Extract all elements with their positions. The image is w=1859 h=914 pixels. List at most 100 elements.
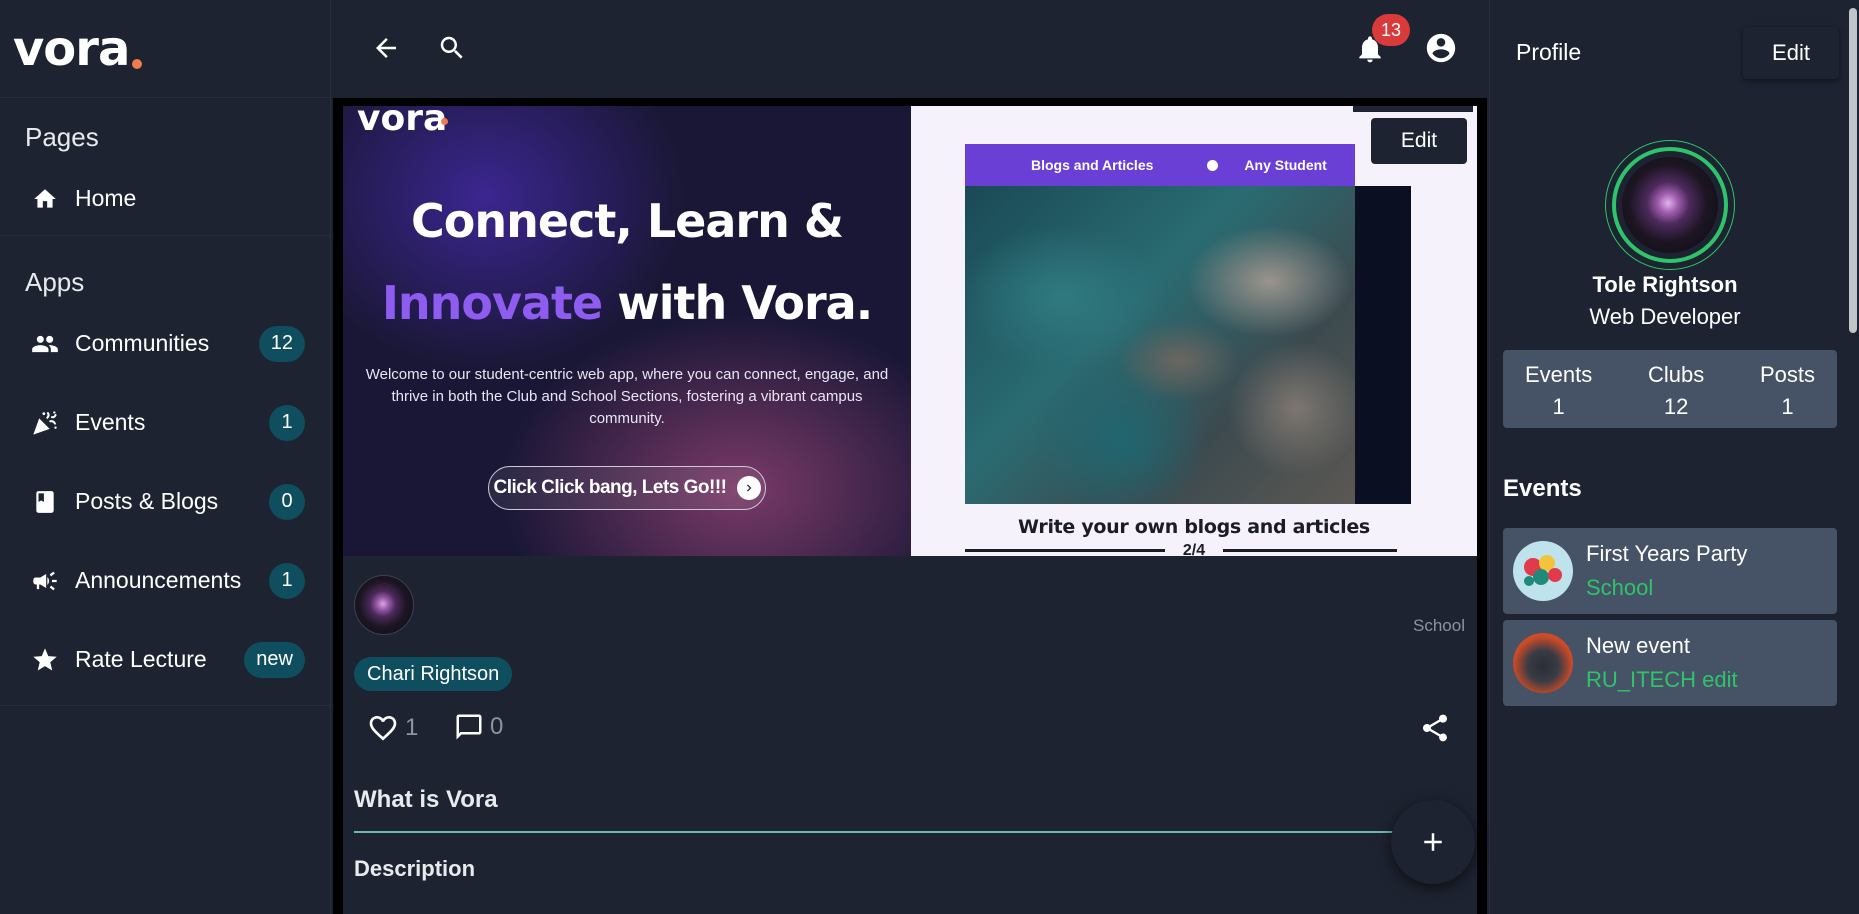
event-text: New event RU_ITECH edit xyxy=(1586,633,1738,693)
slide-caption: Write your own blogs and articles xyxy=(1018,516,1370,538)
post-banner: vora Connect, Learn & Innovate with Vora… xyxy=(343,106,1477,556)
slide-tab-label: Any Student xyxy=(1244,157,1327,173)
heart-outline-icon xyxy=(369,716,397,741)
profile-avatar xyxy=(1622,157,1718,253)
stat-posts[interactable]: Posts 1 xyxy=(1760,350,1815,428)
megaphone-icon xyxy=(31,567,59,595)
banner-headline-accent: Innovate xyxy=(381,276,603,330)
profile-title: Profile xyxy=(1516,38,1582,65)
stat-events[interactable]: Events 1 xyxy=(1525,350,1592,428)
like-count: 1 xyxy=(405,714,419,741)
post-title: What is Vora xyxy=(354,786,498,813)
like-button[interactable]: 1 xyxy=(367,712,418,744)
pages-section-title: Pages xyxy=(25,122,99,152)
event-card[interactable]: First Years Party School xyxy=(1503,528,1837,614)
count-badge: 0 xyxy=(269,483,305,520)
logo-dot xyxy=(132,58,143,69)
event-text: First Years Party School xyxy=(1586,541,1747,601)
slide-tab-bar: Blogs and Articles Any Student xyxy=(965,144,1355,186)
post-category-tag: School xyxy=(1413,616,1465,635)
sidebar-item-rate-lecture[interactable]: Rate Lecture new xyxy=(0,620,330,699)
sidebar-item-posts-blogs[interactable]: Posts & Blogs 0 xyxy=(0,462,330,541)
banner-headline-rest: with Vora. xyxy=(602,276,873,330)
profile-role: Web Developer xyxy=(1589,304,1741,329)
new-badge: new xyxy=(244,641,305,678)
sidebar-item-events[interactable]: Events 1 xyxy=(0,383,330,462)
sidebar-item-label: Events xyxy=(75,409,146,435)
account-circle-icon xyxy=(1426,33,1456,63)
banner-headline-line2: Innovate with Vora. xyxy=(343,276,911,330)
banner-slide: Blogs and Articles Any Student Write you… xyxy=(911,106,1477,556)
cta-label: Click Click bang, Lets Go!!! xyxy=(493,477,727,498)
profile-panel: Profile Edit Tole Rightson Web Developer… xyxy=(1489,0,1859,914)
logo-text: vora xyxy=(13,20,130,77)
sidebar-item-label: Announcements xyxy=(75,567,242,593)
event-avatar xyxy=(1513,633,1573,693)
slide-counter: 2/4 xyxy=(1182,542,1206,556)
sidebar-item-communities[interactable]: Communities 12 xyxy=(0,304,330,383)
account-button[interactable] xyxy=(1423,30,1459,66)
book-icon xyxy=(31,488,59,516)
event-title: First Years Party xyxy=(1586,541,1748,566)
author-avatar[interactable] xyxy=(354,575,414,635)
share-icon xyxy=(1423,714,1447,742)
coastline-image xyxy=(965,186,1355,504)
comment-count: 0 xyxy=(490,713,504,740)
app-logo[interactable]: vora xyxy=(0,0,330,98)
home-icon xyxy=(31,185,59,213)
notification-count-badge: 13 xyxy=(1372,14,1410,46)
edit-banner-button[interactable]: Edit xyxy=(1371,118,1467,164)
sidebar-item-label: Posts & Blogs xyxy=(75,488,219,514)
event-card[interactable]: New event RU_ITECH edit xyxy=(1503,620,1837,706)
top-header xyxy=(331,0,1489,98)
banner-logo: vora xyxy=(357,106,448,139)
profile-avatar-inner-ring xyxy=(1612,147,1728,263)
banner-edit-strip xyxy=(1353,106,1473,112)
count-badge: 12 xyxy=(258,325,305,362)
slide-tab-dot xyxy=(1207,159,1219,171)
comment-button[interactable]: 0 xyxy=(454,712,503,742)
search-icon xyxy=(440,36,463,59)
stat-label: Events xyxy=(1525,362,1593,387)
description-label: Description xyxy=(354,856,476,881)
author-name-chip[interactable]: Chari Rightson xyxy=(354,657,513,691)
profile-header: Profile Edit xyxy=(1490,0,1859,98)
sidebar-item-home[interactable]: Home xyxy=(0,162,330,236)
back-button[interactable] xyxy=(368,30,404,66)
stat-clubs[interactable]: Clubs 12 xyxy=(1648,350,1704,428)
plus-icon xyxy=(1424,833,1442,851)
apps-nav-list: Communities 12 Events 1 Posts & Blogs 0 … xyxy=(0,304,330,706)
sidebar-item-label: Communities xyxy=(75,330,210,356)
comment-icon xyxy=(456,714,482,740)
event-title: New event xyxy=(1586,633,1690,658)
profile-stats: Events 1 Clubs 12 Posts 1 xyxy=(1503,350,1837,428)
people-icon xyxy=(31,330,59,358)
create-post-fab[interactable] xyxy=(1391,800,1475,884)
sidebar-item-label: Home xyxy=(75,185,137,211)
banner-welcome-text: Welcome to our student-centric web app, … xyxy=(365,366,889,427)
count-badge: 1 xyxy=(269,404,305,441)
stat-value: 12 xyxy=(1663,394,1689,419)
events-section-title: Events xyxy=(1503,475,1582,502)
share-button[interactable] xyxy=(1419,712,1457,744)
banner-cta-button[interactable]: Click Click bang, Lets Go!!! xyxy=(488,466,766,510)
profile-avatar-ring[interactable] xyxy=(1605,140,1735,270)
event-subtitle: RU_ITECH edit xyxy=(1586,667,1738,692)
event-avatar xyxy=(1513,541,1573,601)
slide-tab-label: Blogs and Articles xyxy=(1031,157,1154,173)
stat-value: 1 xyxy=(1552,394,1565,419)
event-subtitle: School xyxy=(1586,575,1654,600)
scrollbar-thumb[interactable] xyxy=(1849,8,1857,333)
count-badge: 1 xyxy=(269,562,305,599)
chevron-right-icon xyxy=(736,476,761,500)
party-popper-icon xyxy=(31,409,59,437)
stat-value: 1 xyxy=(1781,394,1794,419)
balloons-icon xyxy=(1524,555,1562,586)
sidebar-item-announcements[interactable]: Announcements 1 xyxy=(0,541,330,620)
banner-hero: vora Connect, Learn & Innovate with Vora… xyxy=(343,106,911,556)
apps-section-title: Apps xyxy=(25,267,85,297)
star-icon xyxy=(31,646,59,674)
title-divider xyxy=(354,831,1414,833)
search-button[interactable] xyxy=(434,30,470,66)
edit-profile-button[interactable]: Edit xyxy=(1743,27,1839,79)
